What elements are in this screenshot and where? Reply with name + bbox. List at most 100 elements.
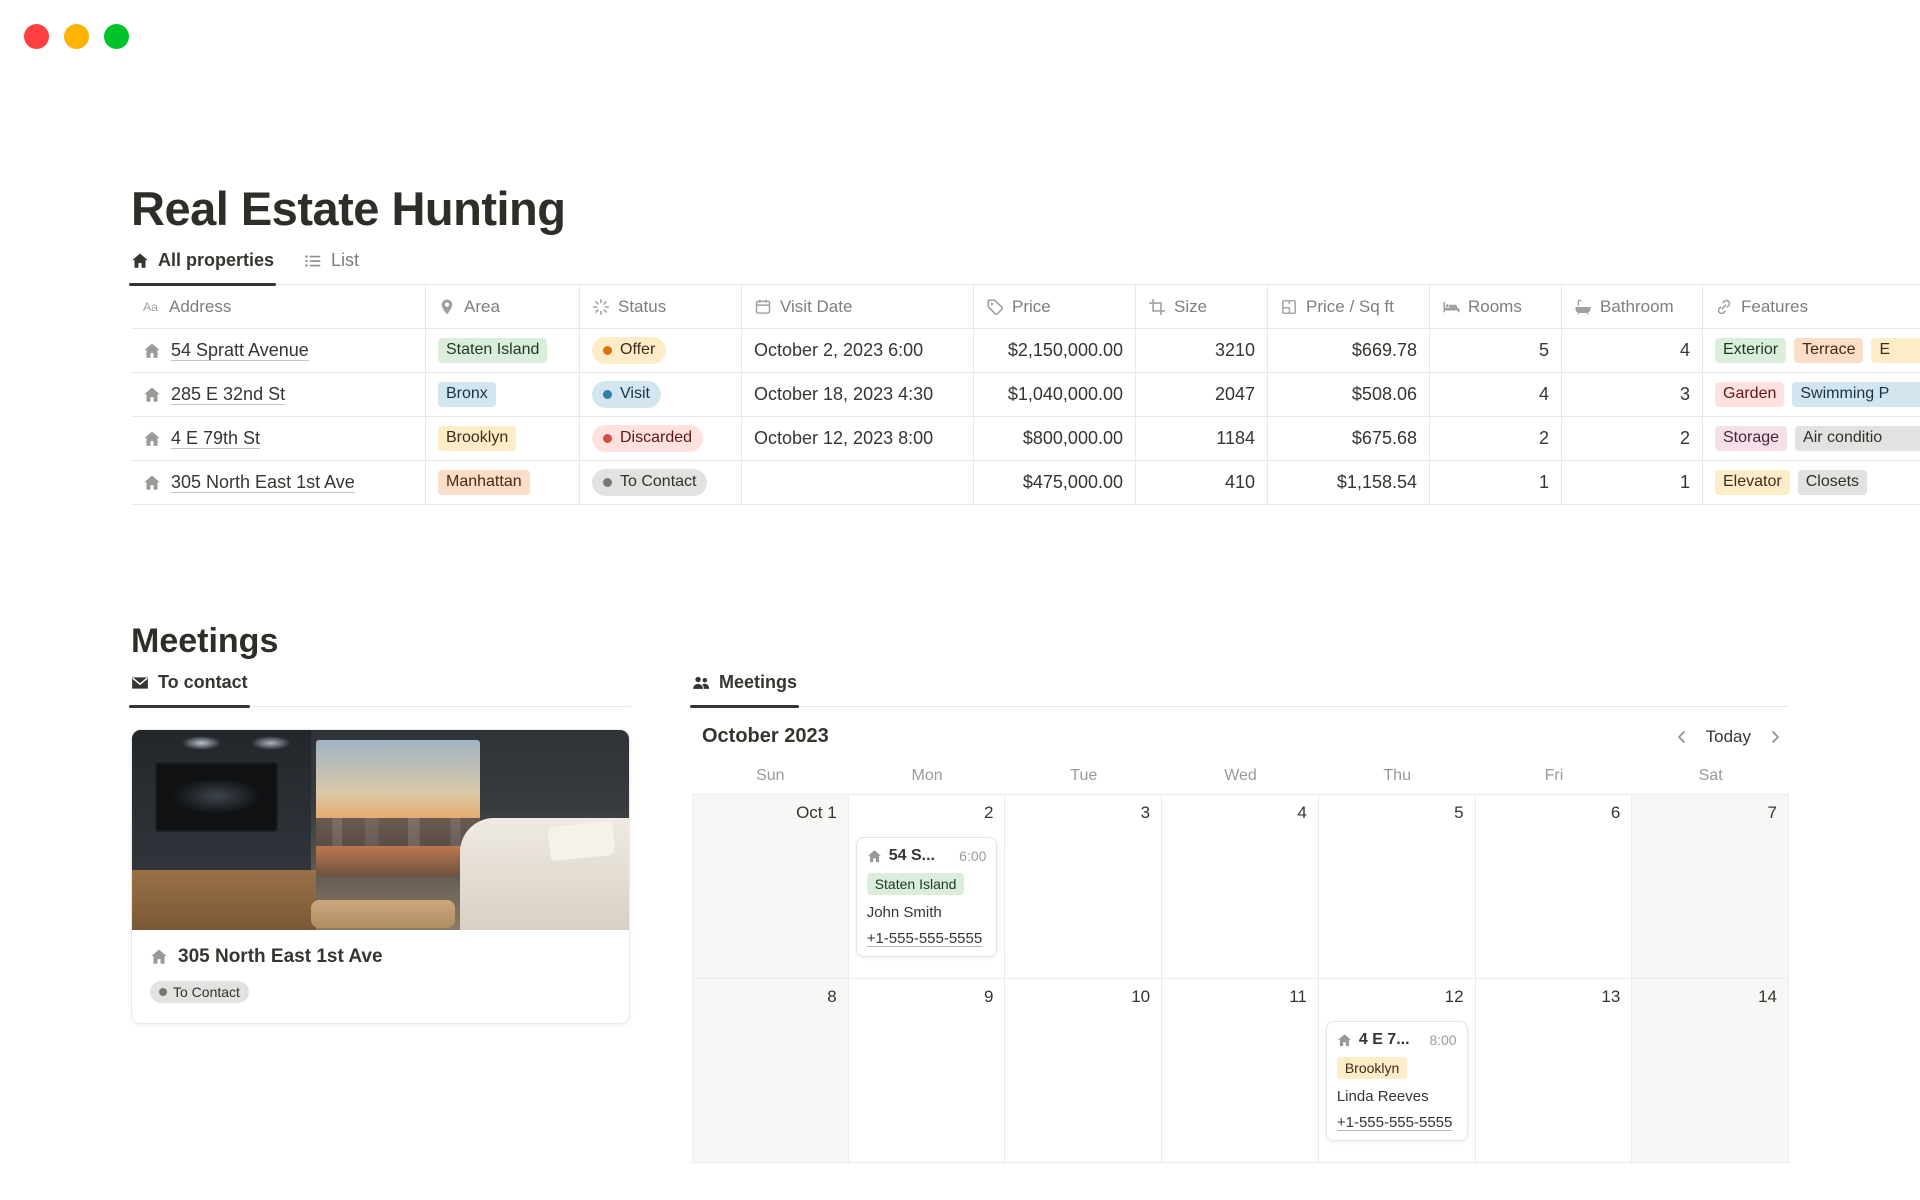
table-row: 305 North East 1st Ave ManhattanTo Contac… (131, 461, 1920, 505)
calendar-event[interactable]: 4 E 7...8:00BrooklynLinda Reeves+1-555-5… (1326, 1021, 1468, 1141)
badge-label: Exterior (1723, 340, 1778, 361)
badge-label: Staten Island (875, 875, 957, 893)
cell-visit-date[interactable]: October 12, 2023 8:00 (741, 417, 973, 460)
cell-features[interactable]: GardenSwimming P (1702, 373, 1920, 416)
cell-bathroom[interactable]: 2 (1561, 417, 1702, 460)
cell-features[interactable]: ExteriorTerraceE (1702, 329, 1920, 372)
cell-price-per-sqft-value: $1,158.54 (1337, 472, 1417, 493)
cell-size[interactable]: 1184 (1135, 417, 1267, 460)
column-header-status[interactable]: Status (579, 285, 741, 328)
tab-all-properties[interactable]: All properties (131, 250, 274, 284)
column-header-area[interactable]: Area (425, 285, 579, 328)
close-button[interactable] (24, 24, 49, 49)
calendar-day-cell[interactable]: 7 (1632, 795, 1789, 978)
calendar-event-phone[interactable]: +1-555-555-5555 (867, 930, 987, 947)
today-button[interactable]: Today (1706, 727, 1751, 747)
notion-window: Real Estate Hunting All propertiesList A… (0, 0, 1920, 1200)
calendar-day-cell[interactable]: 13 (1476, 979, 1633, 1162)
cell-area[interactable]: Manhattan (425, 461, 579, 504)
calendar-day-cell[interactable]: 4 (1162, 795, 1319, 978)
calendar-day-cell[interactable]: 254 S...6:00Staten IslandJohn Smith+1-55… (849, 795, 1006, 978)
calendar-day-cell[interactable]: 8 (692, 979, 849, 1162)
calendar-day-cell[interactable]: 11 (1162, 979, 1319, 1162)
cell-visit-date[interactable]: October 2, 2023 6:00 (741, 329, 973, 372)
cell-features[interactable]: ElevatorClosets (1702, 461, 1920, 504)
column-header-visit-date[interactable]: Visit Date (741, 285, 973, 328)
cell-price-per-sqft[interactable]: $508.06 (1267, 373, 1429, 416)
cell-price[interactable]: $800,000.00 (973, 417, 1135, 460)
cell-rooms[interactable]: 2 (1429, 417, 1561, 460)
cell-area[interactable]: Brooklyn (425, 417, 579, 460)
calendar-day-cell[interactable]: 10 (1005, 979, 1162, 1162)
calendar-day-cell[interactable]: 14 (1632, 979, 1789, 1162)
address-link[interactable]: 285 E 32nd St (171, 384, 285, 405)
column-header-rooms[interactable]: Rooms (1429, 285, 1561, 328)
mail-icon (131, 674, 149, 692)
calendar-event-phone[interactable]: +1-555-555-5555 (1337, 1114, 1457, 1131)
minimize-button[interactable] (64, 24, 89, 49)
cell-size[interactable]: 410 (1135, 461, 1267, 504)
tab-meetings[interactable]: Meetings (692, 672, 797, 706)
tab-list[interactable]: List (304, 250, 359, 284)
column-header-size[interactable]: Size (1135, 285, 1267, 328)
cell-price[interactable]: $475,000.00 (973, 461, 1135, 504)
cell-area[interactable]: Staten Island (425, 329, 579, 372)
address-link[interactable]: 4 E 79th St (171, 428, 260, 449)
calendar-event[interactable]: 54 S...6:00Staten IslandJohn Smith+1-555… (856, 837, 998, 957)
cell-rooms[interactable]: 1 (1429, 461, 1561, 504)
chevron-left-icon[interactable] (1674, 729, 1690, 745)
calendar-day-cell[interactable]: 5 (1319, 795, 1476, 978)
cell-price-per-sqft[interactable]: $1,158.54 (1267, 461, 1429, 504)
cell-address[interactable]: 4 E 79th St (131, 417, 425, 460)
chevron-right-icon[interactable] (1767, 729, 1783, 745)
tab-to-contact[interactable]: To contact (131, 672, 248, 706)
cell-bathroom[interactable]: 1 (1561, 461, 1702, 504)
cell-address[interactable]: 54 Spratt Avenue (131, 329, 425, 372)
calendar-day-cell[interactable]: Oct 1 (692, 795, 849, 978)
cell-bathroom[interactable]: 4 (1561, 329, 1702, 372)
cell-size[interactable]: 3210 (1135, 329, 1267, 372)
cell-status[interactable]: Visit (579, 373, 741, 416)
column-header-features[interactable]: Features (1702, 285, 1920, 328)
cell-address[interactable]: 305 North East 1st Ave (131, 461, 425, 504)
calendar-day-cell[interactable]: 9 (849, 979, 1006, 1162)
column-header-label: Price / Sq ft (1306, 297, 1394, 317)
cell-features[interactable]: StorageAir conditio (1702, 417, 1920, 460)
home-icon (143, 474, 161, 492)
calendar-date-label: 4 (1297, 803, 1306, 823)
feature-badge: Storage (1715, 426, 1787, 451)
cell-price[interactable]: $1,040,000.00 (973, 373, 1135, 416)
cell-visit-date[interactable] (741, 461, 973, 504)
zoom-button[interactable] (104, 24, 129, 49)
cell-bathroom-value: 4 (1680, 340, 1690, 361)
status-dot (603, 434, 612, 443)
address-link[interactable]: 54 Spratt Avenue (171, 340, 309, 361)
cell-rooms[interactable]: 5 (1429, 329, 1561, 372)
cell-size[interactable]: 2047 (1135, 373, 1267, 416)
cell-status[interactable]: Offer (579, 329, 741, 372)
property-card-address[interactable]: 305 North East 1st Ave (150, 946, 611, 968)
cell-price[interactable]: $2,150,000.00 (973, 329, 1135, 372)
column-header-bathroom[interactable]: Bathroom (1561, 285, 1702, 328)
cell-price-per-sqft[interactable]: $675.68 (1267, 417, 1429, 460)
cell-area[interactable]: Bronx (425, 373, 579, 416)
property-card[interactable]: 305 North East 1st Ave To Contact (131, 729, 630, 1024)
address-link[interactable]: 305 North East 1st Ave (171, 472, 355, 493)
photo-layer (172, 778, 261, 814)
calendar-day-cell[interactable]: 3 (1005, 795, 1162, 978)
calendar-day-cell[interactable]: 6 (1476, 795, 1633, 978)
cell-address[interactable]: 285 E 32nd St (131, 373, 425, 416)
cell-status[interactable]: To Contact (579, 461, 741, 504)
column-header-price-sq-ft[interactable]: Price / Sq ft (1267, 285, 1429, 328)
column-header-address[interactable]: AaAddress (131, 285, 425, 328)
cell-bathroom[interactable]: 3 (1561, 373, 1702, 416)
cell-price-per-sqft[interactable]: $669.78 (1267, 329, 1429, 372)
cell-visit-date[interactable]: October 18, 2023 4:30 (741, 373, 973, 416)
calendar-day-cell[interactable]: 124 E 7...8:00BrooklynLinda Reeves+1-555… (1319, 979, 1476, 1162)
map-pin-icon (438, 298, 456, 316)
cell-status[interactable]: Discarded (579, 417, 741, 460)
column-header-price[interactable]: Price (973, 285, 1135, 328)
cell-rooms[interactable]: 4 (1429, 373, 1561, 416)
calendar-date-label: 8 (827, 987, 836, 1007)
calendar-date-label: 6 (1611, 803, 1620, 823)
